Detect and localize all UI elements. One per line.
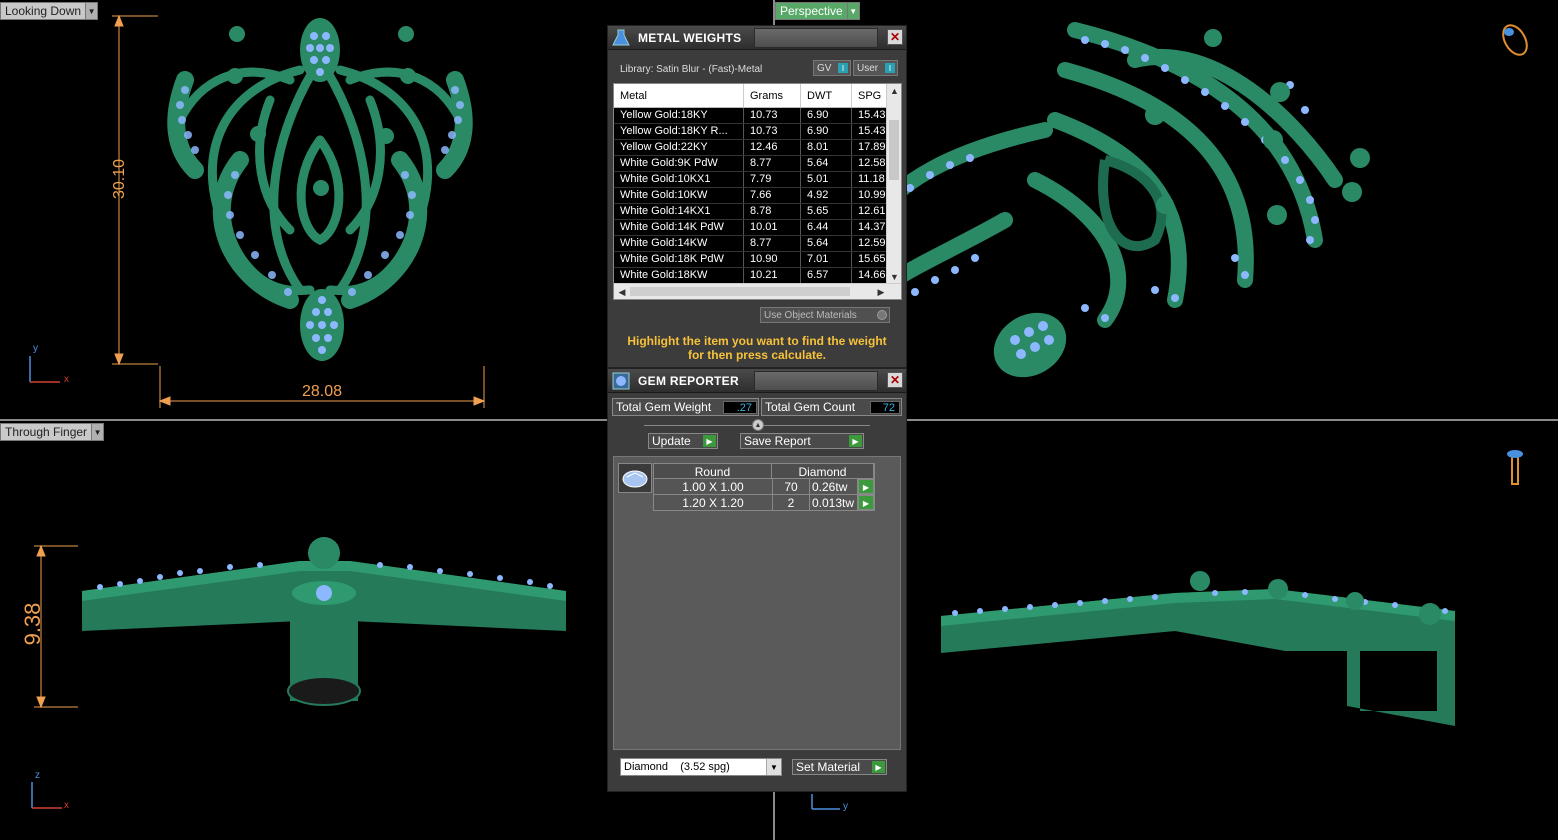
toggle-knob [877, 310, 887, 320]
material-select[interactable]: Diamond (3.52 spg) ▼ [620, 758, 782, 776]
table-row[interactable]: White Gold:18KW 10.21 6.57 14.66 [614, 268, 901, 284]
gem-table-header: Round Diamond [653, 463, 875, 479]
play-icon: ▶ [703, 435, 716, 447]
finger-orientation-icon [1507, 450, 1523, 485]
viewport-label-perspective[interactable]: Perspective ▼ [775, 2, 860, 20]
scroll-left-icon[interactable]: ◀ [614, 284, 630, 299]
table-row[interactable]: White Gold:14KX1 8.78 5.65 12.61 [614, 204, 901, 220]
gem-list-panel: Round Diamond 1.00 X 1.00 70 0.26tw ▶ 1.… [613, 456, 901, 750]
column-header[interactable]: Grams [744, 84, 801, 107]
axis-x-label: x [64, 800, 69, 811]
scroll-down-icon[interactable]: ▼ [887, 270, 901, 284]
scroll-right-icon[interactable]: ▶ [873, 284, 889, 299]
select-row-icon[interactable]: ▶ [858, 495, 874, 510]
chevron-down-icon[interactable]: ▼ [92, 423, 105, 441]
viewport-name: Perspective [775, 2, 848, 20]
viewport-name: Looking Down [0, 2, 87, 20]
column-header: Round [654, 464, 772, 479]
total-gem-weight-value: .27 [723, 401, 757, 414]
viewport-name: Through Finger [0, 423, 93, 441]
total-gem-count-value: 72 [869, 401, 900, 414]
chevron-down-icon[interactable]: ▼ [847, 2, 860, 20]
metal-table-header: Metal Grams DWT SPG [614, 84, 901, 108]
dialog-title: GEM REPORTER [638, 373, 739, 388]
close-icon[interactable]: ✕ [887, 29, 903, 45]
gem-summary: Total Gem Weight .27 Total Gem Count 72 [612, 398, 902, 416]
horizontal-scrollbar[interactable]: ◀ ▶ [614, 283, 901, 299]
total-gem-count: Total Gem Count 72 [760, 398, 902, 416]
ring-orientation-icon [1502, 24, 1528, 56]
viewport-label-through-finger[interactable]: Through Finger ▼ [0, 423, 105, 441]
play-icon: ▶ [872, 761, 885, 773]
flask-icon [610, 27, 632, 49]
table-row[interactable]: White Gold:10KW 7.66 4.92 10.99 [614, 188, 901, 204]
dialog-title: METAL WEIGHTS [638, 30, 742, 45]
axis-x-label: x [64, 374, 69, 385]
table-row[interactable]: 1.00 X 1.00 70 0.26tw ▶ [653, 479, 875, 495]
gem-report-icon [610, 370, 632, 392]
update-button[interactable]: Update ▶ [648, 433, 718, 449]
table-row[interactable]: 1.20 X 1.20 2 0.013tw ▶ [653, 495, 875, 511]
axis-y-label: y [843, 801, 848, 812]
scroll-up-icon[interactable]: ▲ [887, 84, 901, 98]
column-header[interactable]: SPG [852, 84, 888, 107]
table-row[interactable]: White Gold:14K PdW 10.01 6.44 14.37 [614, 220, 901, 236]
metal-table[interactable]: Metal Grams DWT SPG Yellow Gold:18KY 10.7… [613, 83, 902, 300]
app-window: Looking Down ▼ 30.10 28.08 y x Perspecti… [0, 0, 1558, 840]
collapse-toggle-icon[interactable]: ▲ [752, 419, 764, 431]
close-icon[interactable]: ✕ [887, 372, 903, 388]
column-header: Diamond [772, 464, 874, 479]
depth-dimension: 9.38 [20, 602, 45, 646]
table-row[interactable]: White Gold:10KX1 7.79 5.01 11.18 [614, 172, 901, 188]
gem-table: Round Diamond 1.00 X 1.00 70 0.26tw ▶ 1.… [653, 463, 875, 511]
user-toggle[interactable]: User I [853, 60, 898, 76]
hint-text: Highlight the item you want to find the … [627, 334, 887, 362]
table-row[interactable]: Yellow Gold:18KY 10.73 6.90 15.43 [614, 108, 901, 124]
set-material-button[interactable]: Set Material ▶ [792, 759, 887, 775]
chevron-down-icon[interactable]: ▼ [86, 2, 99, 20]
chevron-down-icon[interactable]: ▼ [766, 759, 781, 775]
gem-reporter-titlebar[interactable]: GEM REPORTER ✕ [608, 369, 906, 393]
play-icon: ▶ [849, 435, 862, 447]
table-row[interactable]: Yellow Gold:22KY 12.46 8.01 17.89 [614, 140, 901, 156]
vertical-scrollbar[interactable]: ▲ ▼ [886, 84, 901, 284]
height-dimension: 30.10 [111, 158, 128, 199]
axis-z-label: z [35, 770, 40, 781]
scroll-thumb[interactable] [630, 287, 850, 296]
total-gem-weight: Total Gem Weight .27 [612, 398, 759, 416]
column-header[interactable]: DWT [801, 84, 852, 107]
metal-weights-titlebar[interactable]: METAL WEIGHTS ✕ [608, 26, 906, 50]
round-gem-icon[interactable] [618, 463, 652, 493]
table-row[interactable]: White Gold:9K PdW 8.77 5.64 12.58 [614, 156, 901, 172]
select-row-icon[interactable]: ▶ [858, 479, 874, 494]
gv-toggle[interactable]: GV I [813, 60, 851, 76]
scroll-thumb[interactable] [889, 120, 899, 180]
viewport-label-looking-down[interactable]: Looking Down ▼ [0, 2, 99, 20]
gem-reporter-dialog: GEM REPORTER ✕ Total Gem Weight .27 Tota… [607, 368, 907, 792]
save-report-button[interactable]: Save Report ▶ [740, 433, 864, 449]
table-row[interactable]: White Gold:14KW 8.77 5.64 12.59 [614, 236, 901, 252]
table-row[interactable]: Yellow Gold:18KY R... 10.73 6.90 15.43 [614, 124, 901, 140]
width-dimension: 28.08 [302, 383, 343, 400]
metal-weights-dialog: METAL WEIGHTS ✕ Library: Satin Blur - (F… [607, 25, 907, 368]
axis-y-label: y [33, 343, 38, 354]
use-object-materials-toggle[interactable]: Use Object Materials [760, 307, 890, 323]
table-row[interactable]: White Gold:18K PdW 10.90 7.01 15.65 [614, 252, 901, 268]
column-header[interactable]: Metal [614, 84, 744, 107]
